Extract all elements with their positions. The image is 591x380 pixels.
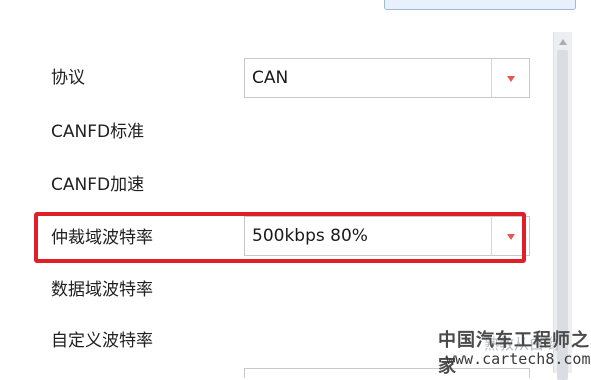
dropdown-arrow-icon[interactable] — [504, 72, 518, 86]
canfd-standard-label: CANFD标准 — [51, 122, 145, 142]
protocol-value: CAN — [252, 68, 289, 88]
watermark-url: www.cartech8.com — [446, 350, 591, 368]
custom-baudrate-label: 自定义波特率 — [51, 331, 153, 351]
vertical-scrollbar[interactable] — [553, 32, 572, 380]
scroll-up-arrow-icon[interactable] — [558, 38, 568, 46]
canfd-acceleration-label: CANFD加速 — [51, 175, 145, 195]
protocol-dropdown[interactable]: CAN — [244, 58, 530, 98]
highlight-box — [34, 212, 526, 263]
protocol-label: 协议 — [51, 68, 85, 88]
dropdown-separator — [491, 59, 492, 97]
top-button[interactable] — [384, 0, 576, 10]
data-baudrate-label: 数据域波特率 — [51, 280, 153, 300]
